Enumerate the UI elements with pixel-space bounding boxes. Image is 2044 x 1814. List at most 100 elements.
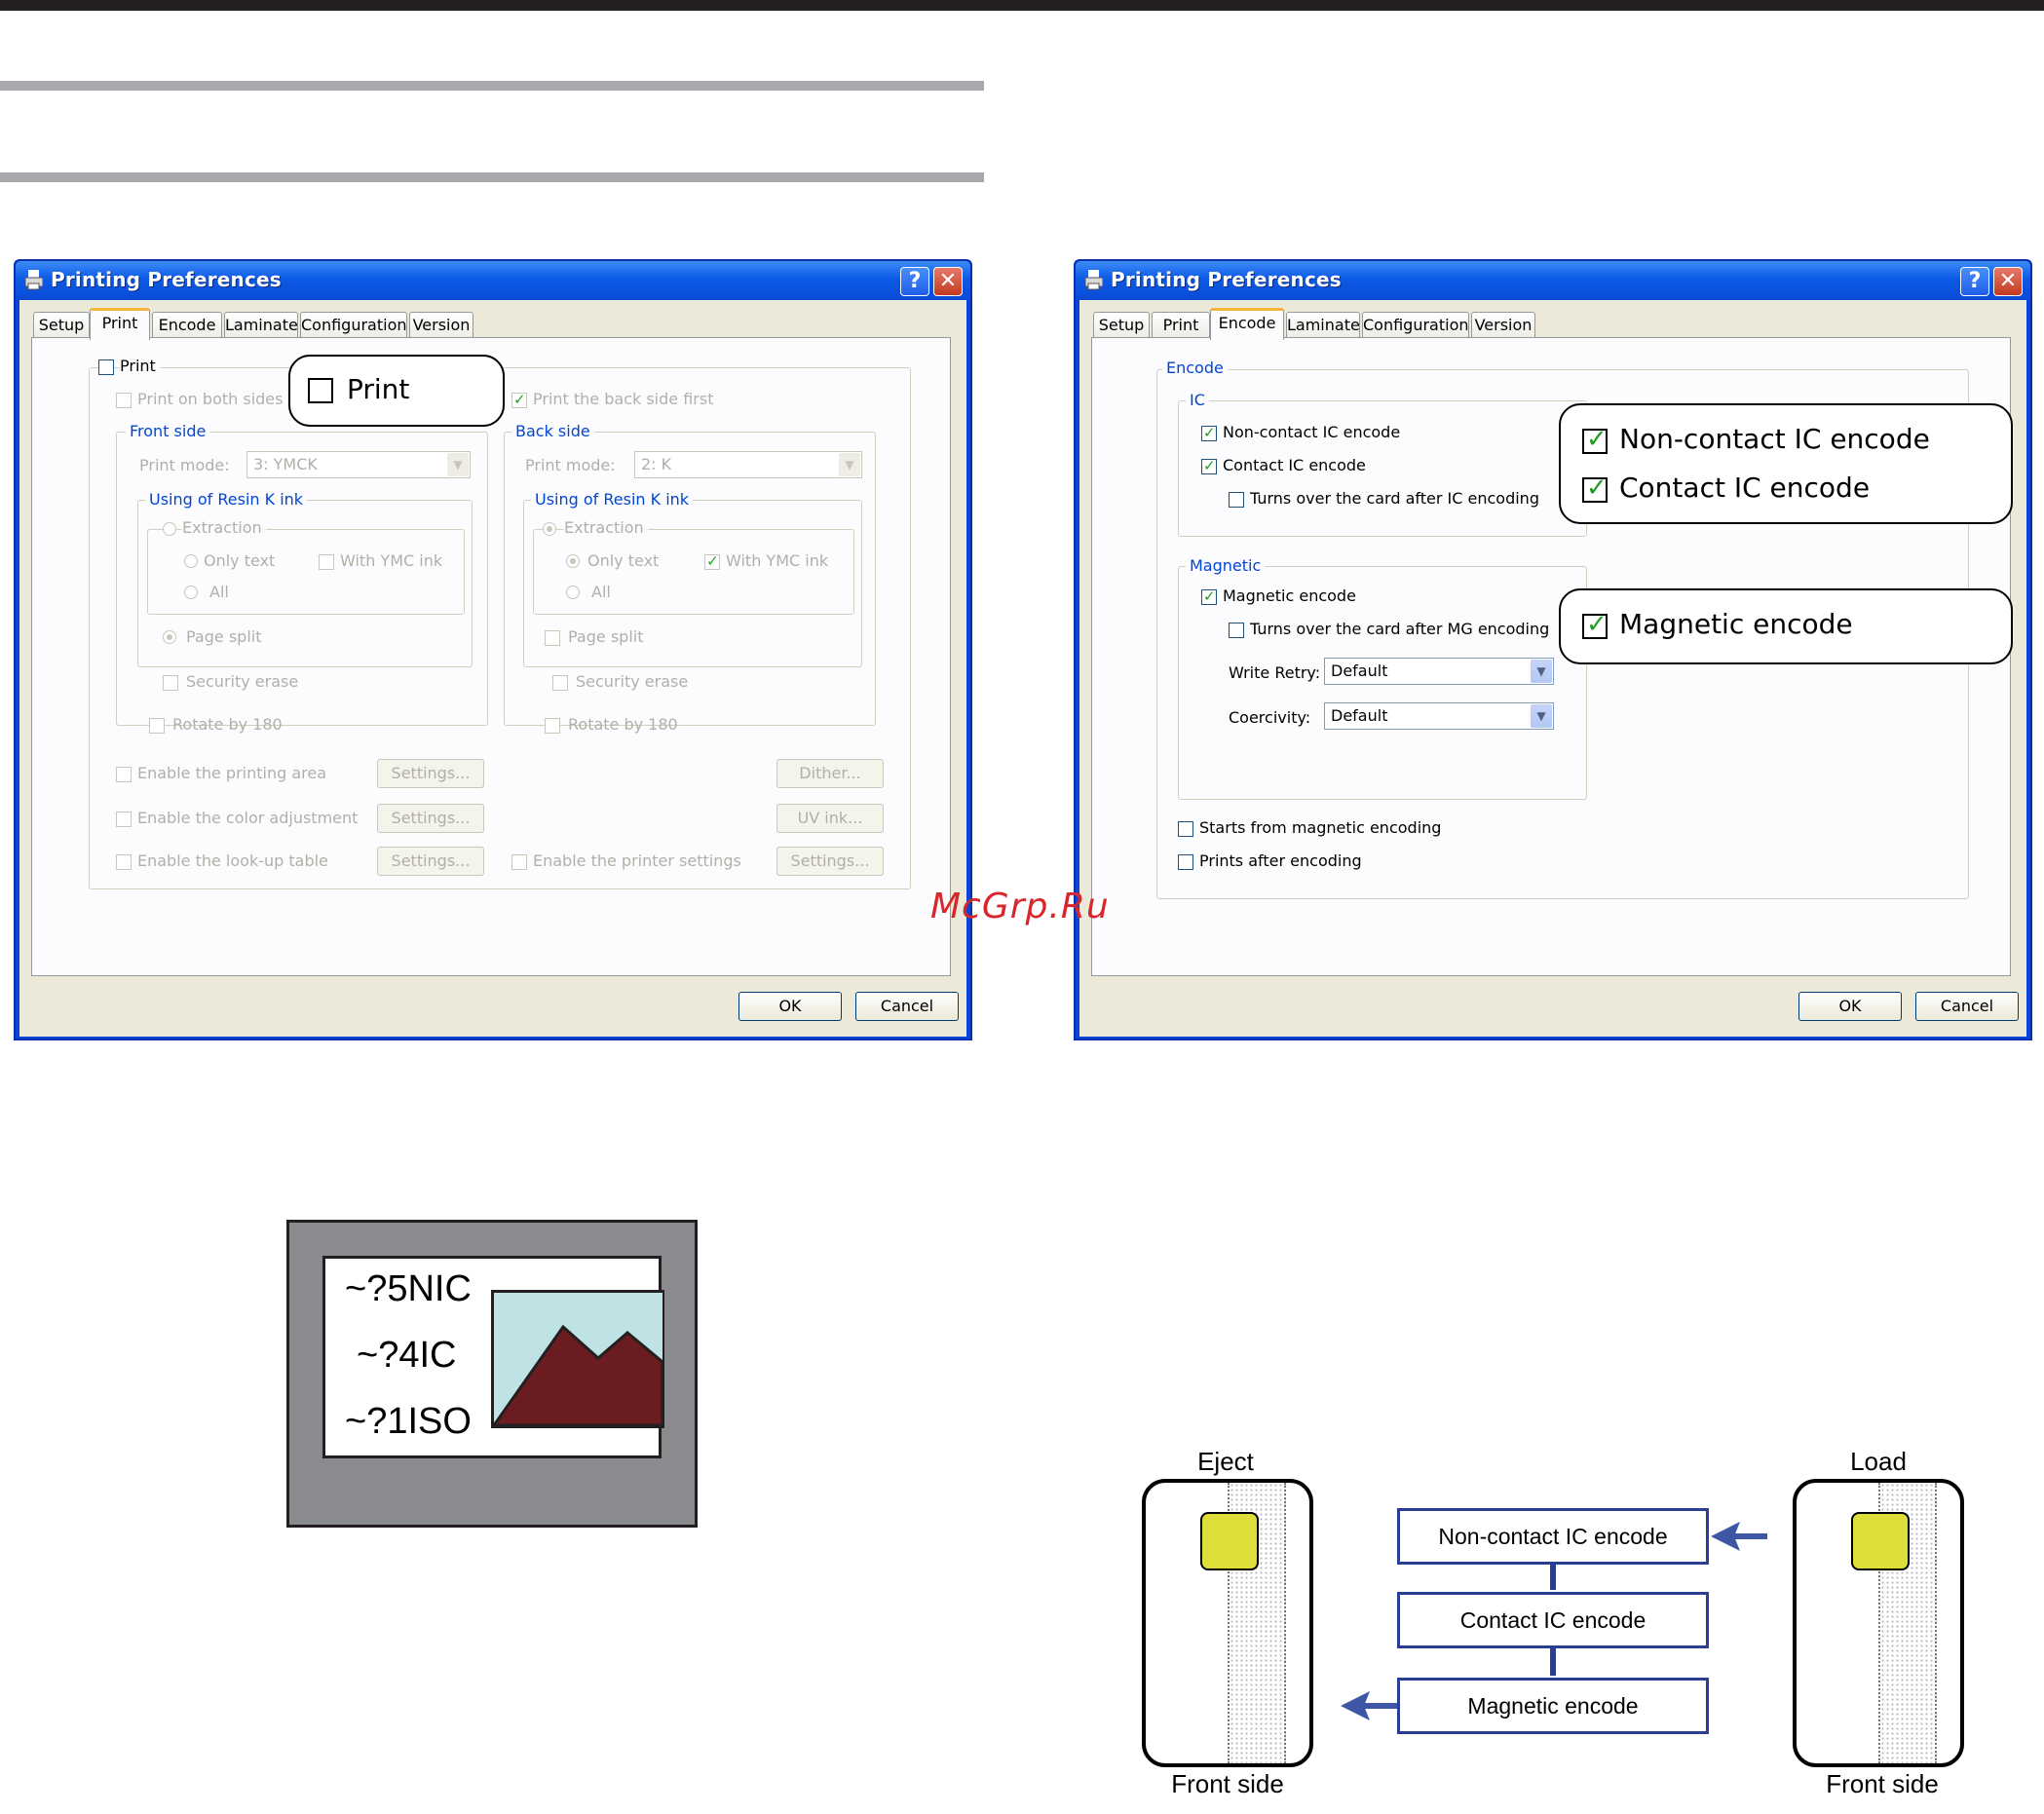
enable-color-adjustment-label: Enable the color adjustment — [137, 809, 359, 827]
tab-print[interactable]: Print — [90, 308, 150, 340]
tab-laminate[interactable]: Laminate — [1286, 312, 1360, 339]
coercivity-label: Coercivity: — [1229, 708, 1311, 727]
coercivity-select[interactable]: Default ▼ — [1324, 702, 1554, 730]
help-button[interactable]: ? — [1960, 267, 1989, 296]
callout-magnetic-label: Magnetic encode — [1619, 608, 1853, 640]
load-label: Load — [1850, 1447, 1907, 1476]
write-retry-value: Default — [1331, 661, 1388, 680]
print-both-sides-checkbox[interactable] — [116, 393, 132, 408]
front-only-text-radio[interactable] — [184, 554, 198, 568]
front-rotate-label: Rotate by 180 — [172, 715, 283, 734]
back-all-radio[interactable] — [566, 586, 580, 599]
ic-chip-icon — [1851, 1512, 1910, 1570]
close-button[interactable]: ✕ — [933, 267, 963, 296]
back-page-split-checkbox[interactable] — [545, 630, 560, 646]
front-security-erase-checkbox[interactable] — [163, 675, 178, 691]
front-extraction-radio[interactable] — [163, 522, 176, 536]
back-print-mode-value: 2: K — [641, 455, 672, 473]
tab-setup[interactable]: Setup — [1093, 312, 1150, 339]
cancel-button[interactable]: Cancel — [855, 992, 959, 1021]
tab-version[interactable]: Version — [1471, 312, 1535, 339]
tab-print[interactable]: Print — [1152, 312, 1210, 339]
printing-area-settings-button[interactable]: Settings... — [377, 759, 484, 788]
title-bar: Printing Preferences ? ✕ — [16, 261, 970, 300]
ok-button[interactable]: OK — [1798, 992, 1902, 1021]
ic-chip-icon — [1200, 1512, 1259, 1570]
watermark: McGrp.Ru — [930, 887, 1110, 926]
callout-contact-label: Contact IC encode — [1619, 472, 1871, 504]
prints-after-checkbox[interactable] — [1178, 854, 1193, 870]
magnetic-encode-checkbox[interactable] — [1201, 587, 1217, 605]
print-callout: Print — [288, 355, 505, 427]
mountain-image — [491, 1290, 664, 1428]
encode-heading: Encode — [1162, 359, 1228, 377]
tab-encode[interactable]: Encode — [152, 312, 222, 339]
back-only-text-radio[interactable] — [566, 554, 580, 568]
starts-magnetic-label: Starts from magnetic encoding — [1199, 818, 1442, 837]
contact-ic-label: Contact IC encode — [1223, 456, 1366, 474]
load-arrow-icon — [1711, 1522, 1767, 1551]
front-page-split-radio[interactable] — [163, 630, 176, 644]
enable-printing-area-checkbox[interactable] — [116, 767, 132, 782]
write-retry-select[interactable]: Default ▼ — [1324, 658, 1554, 685]
dither-button[interactable]: Dither... — [776, 759, 884, 788]
back-security-erase-label: Security erase — [576, 672, 689, 691]
color-adjustment-settings-button[interactable]: Settings... — [377, 804, 484, 833]
tab-configuration[interactable]: Configuration — [300, 312, 407, 339]
ic-heading: IC — [1186, 391, 1209, 409]
uv-ink-button[interactable]: UV ink... — [776, 804, 884, 833]
front-extraction-group — [147, 529, 465, 615]
code-nic: ~?5NIC — [345, 1268, 472, 1309]
help-button[interactable]: ? — [900, 267, 929, 296]
enable-lookup-table-label: Enable the look-up table — [137, 851, 328, 870]
tab-setup[interactable]: Setup — [33, 312, 90, 339]
front-with-ymc-checkbox[interactable] — [319, 554, 334, 570]
section-rule-top — [0, 81, 984, 91]
lookup-table-settings-button[interactable]: Settings... — [377, 847, 484, 876]
tab-laminate[interactable]: Laminate — [224, 312, 298, 339]
turns-over-ic-label: Turns over the card after IC encoding — [1250, 489, 1539, 508]
front-resin-heading: Using of Resin K ink — [145, 490, 308, 509]
front-page-split-label: Page split — [186, 627, 262, 646]
front-print-mode-value: 3: YMCK — [253, 455, 318, 473]
print-both-sides-label: Print on both sides — [137, 390, 284, 408]
cancel-button[interactable]: Cancel — [1915, 992, 2019, 1021]
coercivity-value: Default — [1331, 706, 1388, 725]
enable-lookup-table-checkbox[interactable] — [116, 854, 132, 870]
enable-color-adjustment-checkbox[interactable] — [116, 812, 132, 827]
chevron-down-icon: ▼ — [447, 453, 469, 476]
back-extraction-radio[interactable] — [543, 522, 556, 536]
contact-ic-checkbox[interactable] — [1201, 457, 1217, 474]
magnetic-heading: Magnetic — [1186, 556, 1266, 575]
printer-icon — [25, 270, 43, 290]
back-rotate-checkbox[interactable] — [545, 718, 560, 734]
printer-icon — [1085, 270, 1103, 290]
enable-printer-settings-label: Enable the printer settings — [533, 851, 741, 870]
title-bar: Printing Preferences ? ✕ — [1076, 261, 2030, 300]
printer-settings-button[interactable]: Settings... — [776, 847, 884, 876]
starts-magnetic-checkbox[interactable] — [1178, 821, 1193, 837]
front-print-mode-select[interactable]: 3: YMCK ▼ — [246, 451, 471, 478]
tab-configuration[interactable]: Configuration — [1362, 312, 1469, 339]
turns-over-mg-checkbox[interactable] — [1229, 623, 1244, 638]
ok-button[interactable]: OK — [738, 992, 842, 1021]
print-back-first-checkbox[interactable] — [511, 391, 527, 408]
print-checkbox[interactable] — [98, 359, 114, 375]
tab-encode[interactable]: Encode — [1210, 308, 1284, 340]
back-print-mode-select[interactable]: 2: K ▼ — [634, 451, 862, 478]
front-all-label: All — [209, 583, 229, 601]
back-security-erase-checkbox[interactable] — [552, 675, 568, 691]
enable-printing-area-label: Enable the printing area — [137, 764, 327, 782]
tab-version[interactable]: Version — [409, 312, 473, 339]
enable-printer-settings-checkbox[interactable] — [511, 854, 527, 870]
close-button[interactable]: ✕ — [1993, 267, 2023, 296]
back-all-label: All — [591, 583, 611, 601]
front-all-radio[interactable] — [184, 586, 198, 599]
back-with-ymc-checkbox[interactable] — [704, 552, 720, 570]
turns-over-ic-checkbox[interactable] — [1229, 492, 1244, 508]
back-with-ymc-label: With YMC ink — [726, 551, 829, 570]
non-contact-ic-checkbox[interactable] — [1201, 424, 1217, 441]
back-rotate-label: Rotate by 180 — [568, 715, 678, 734]
front-rotate-checkbox[interactable] — [149, 718, 165, 734]
tab-panel-print: Print Print on both sides Print the back… — [31, 337, 951, 976]
